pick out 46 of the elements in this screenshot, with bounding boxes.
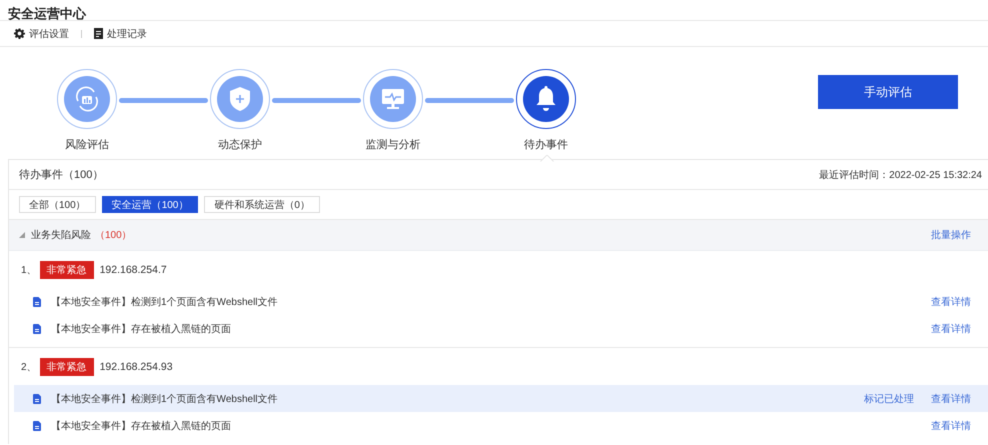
event-text: 【本地安全事件】检测到1个页面含有Webshell文件 (51, 296, 278, 308)
ip-address: 192.168.254.93 (100, 360, 173, 372)
event-text: 【本地安全事件】检测到1个页面含有Webshell文件 (51, 392, 278, 406)
event-row[interactable]: 【本地安全事件】存在被植入黑链的页面 查看详情 (14, 412, 988, 439)
event-text: 【本地安全事件】存在被植入黑链的页面 (51, 322, 231, 336)
group-count: （100） (95, 229, 132, 242)
filter-tab[interactable]: 硬件和系统运营（0） (204, 196, 320, 213)
caret-icon[interactable] (19, 232, 25, 238)
bell-icon (534, 85, 558, 113)
step-label: 监测与分析 (366, 138, 420, 152)
step-label: 动态保护 (218, 138, 262, 152)
event-row[interactable]: 【本地安全事件】检测到1个页面含有Webshell文件 查看详情 (14, 288, 988, 315)
filter-tab[interactable]: 全部（100） (19, 196, 96, 213)
step-label: 待办事件 (524, 138, 568, 152)
chart-refresh-icon (73, 85, 101, 113)
document-icon (33, 296, 41, 306)
event-action-link[interactable]: 标记已处理 (864, 392, 914, 406)
settings-icon (14, 28, 25, 39)
urgency-badge: 非常紧急 (40, 260, 94, 278)
event-row[interactable]: 【本地安全事件】检测到1个页面含有Webshell文件 标记已处理 查看详情 (14, 385, 988, 412)
page-title: 安全运营中心 (0, 0, 988, 21)
item-number: 1、 (21, 264, 37, 276)
monitor-icon (379, 86, 407, 112)
batch-action-link[interactable]: 批量操作 (931, 228, 971, 242)
item-number: 2、 (21, 360, 37, 374)
event-action-link[interactable]: 查看详情 (931, 294, 971, 308)
event-text: 【本地安全事件】存在被植入黑链的页面 (51, 420, 231, 432)
event-action-link[interactable]: 查看详情 (931, 418, 971, 432)
group-label: 业务失陷风险 (31, 228, 91, 242)
event-action-link[interactable]: 查看详情 (931, 392, 971, 406)
filter-tab[interactable]: 安全运营（100） (102, 196, 198, 213)
event-row[interactable]: 【本地安全事件】存在被植入黑链的页面 查看详情 (14, 315, 988, 342)
shield-icon (227, 85, 253, 113)
ip-address: 192.168.254.7 (100, 264, 167, 276)
panel-title: 待办事件（100） (19, 168, 104, 182)
step-label: 风险评估 (65, 138, 109, 152)
manual-assess-button[interactable]: 手动评估 (818, 75, 958, 109)
document-icon (33, 420, 41, 430)
document-icon (33, 394, 41, 404)
event-action-link[interactable]: 查看详情 (931, 322, 971, 336)
document-icon (94, 28, 103, 39)
last-assessment-time: 最近评估时间：2022-02-25 15:32:24 (819, 168, 982, 182)
urgency-badge: 非常紧急 (40, 358, 94, 376)
settings-button[interactable]: 评估设置 (14, 26, 69, 40)
records-button[interactable]: 处理记录 (94, 26, 147, 40)
document-icon (33, 324, 41, 334)
